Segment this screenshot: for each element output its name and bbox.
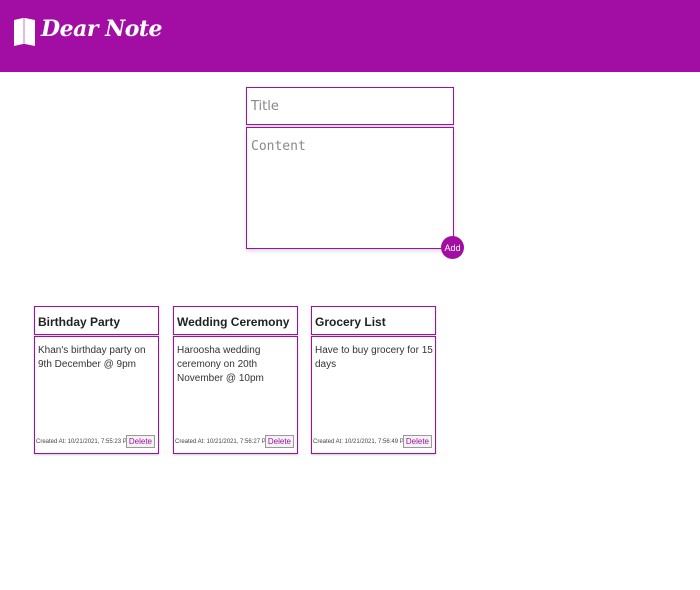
note-body: Haroosha wedding ceremony on 20th Novemb… <box>173 336 298 454</box>
add-button[interactable]: Add <box>441 236 464 259</box>
title-input[interactable] <box>246 87 454 125</box>
note-body: Khan's birthday party on 9th December @ … <box>34 336 159 454</box>
note-content: Have to buy grocery for 15 days <box>315 345 433 370</box>
note-content: Khan's birthday party on 9th December @ … <box>38 345 146 370</box>
app-title: Dear Note <box>41 16 163 42</box>
note-created-date: Created At: 10/21/2021, 7:56:49 PM <box>313 439 409 445</box>
note-created-date: Created At: 10/21/2021, 7:56:27 PM <box>175 439 271 445</box>
content-input[interactable] <box>246 127 454 249</box>
delete-button[interactable]: Delete <box>402 435 432 448</box>
delete-button[interactable]: Delete <box>264 435 294 448</box>
note-content: Haroosha wedding ceremony on 20th Novemb… <box>177 345 264 384</box>
note-title: Birthday Party <box>34 306 159 335</box>
app-header: Dear Note <box>0 0 700 72</box>
note-title: Wedding Ceremony <box>173 306 298 335</box>
delete-button[interactable]: Delete <box>125 435 155 448</box>
note-card: Wedding Ceremony Haroosha wedding ceremo… <box>173 306 298 454</box>
note-title: Grocery List <box>311 306 436 335</box>
note-body: Have to buy grocery for 15 days Created … <box>311 336 436 454</box>
note-form <box>246 87 454 249</box>
note-card: Birthday Party Khan's birthday party on … <box>34 306 159 454</box>
note-card: Grocery List Have to buy grocery for 15 … <box>311 306 436 454</box>
open-book-icon <box>14 18 35 46</box>
note-created-date: Created At: 10/21/2021, 7:55:23 PM <box>36 439 132 445</box>
